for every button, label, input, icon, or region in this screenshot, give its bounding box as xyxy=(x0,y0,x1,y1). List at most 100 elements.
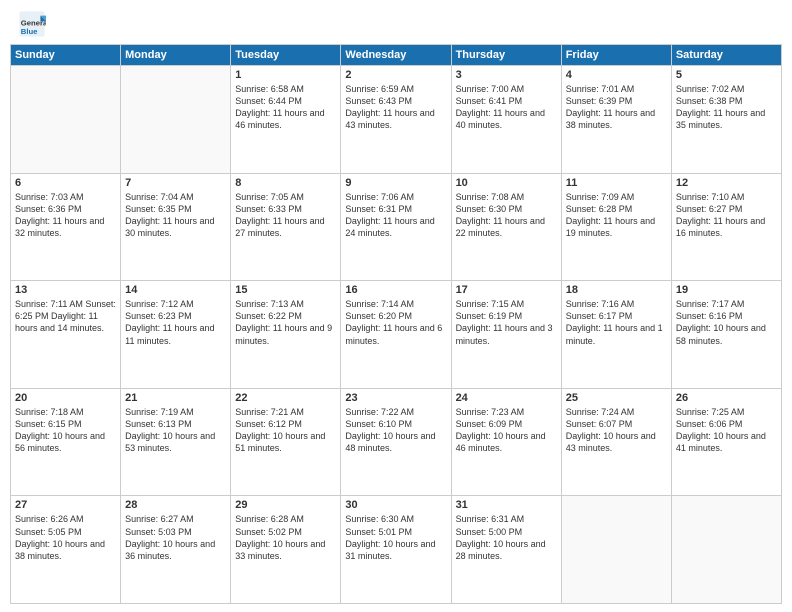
day-header-wednesday: Wednesday xyxy=(341,45,451,66)
day-cell: 7Sunrise: 7:04 AM Sunset: 6:35 PM Daylig… xyxy=(121,173,231,281)
day-number: 23 xyxy=(345,392,446,404)
calendar-table: SundayMondayTuesdayWednesdayThursdayFrid… xyxy=(10,44,782,604)
days-row: SundayMondayTuesdayWednesdayThursdayFrid… xyxy=(11,45,782,66)
day-number: 18 xyxy=(566,284,667,296)
day-header-saturday: Saturday xyxy=(671,45,781,66)
day-cell: 3 Sunrise: 7:00 AM Sunset: 6:41 PM Daylig… xyxy=(451,66,561,174)
week-row-2: 13Sunrise: 7:11 AM Sunset: 6:25 PM Dayli… xyxy=(11,281,782,389)
day-number: 10 xyxy=(456,177,557,189)
day-number: 30 xyxy=(345,499,446,511)
logo-icon: General Blue xyxy=(18,10,46,38)
week-row-4: 27Sunrise: 6:26 AM Sunset: 5:05 PM Dayli… xyxy=(11,496,782,604)
day-info: Sunrise: 7:04 AM Sunset: 6:35 PM Dayligh… xyxy=(125,191,226,240)
day-info: Sunrise: 7:24 AM Sunset: 6:07 PM Dayligh… xyxy=(566,406,667,455)
day-number: 6 xyxy=(15,177,116,189)
day-number: 16 xyxy=(345,284,446,296)
calendar: SundayMondayTuesdayWednesdayThursdayFrid… xyxy=(0,44,792,612)
day-number: 11 xyxy=(566,177,667,189)
day-number: 8 xyxy=(235,177,336,189)
day-number: 12 xyxy=(676,177,777,189)
day-info: Sunrise: 7:08 AM Sunset: 6:30 PM Dayligh… xyxy=(456,191,557,240)
day-cell xyxy=(671,496,781,604)
day-number: 4 xyxy=(566,69,667,81)
day-number: 14 xyxy=(125,284,226,296)
day-number: 21 xyxy=(125,392,226,404)
week-row-0: 1 Sunrise: 6:58 AM Sunset: 6:44 PM Daylig… xyxy=(11,66,782,174)
day-number: 3 xyxy=(456,69,557,81)
day-header-sunday: Sunday xyxy=(11,45,121,66)
day-cell: 12Sunrise: 7:10 AM Sunset: 6:27 PM Dayli… xyxy=(671,173,781,281)
day-cell: 16 Sunrise: 7:14 AM Sunset: 6:20 PM Dayli… xyxy=(341,281,451,389)
day-number: 28 xyxy=(125,499,226,511)
day-info: Sunrise: 6:59 AM Sunset: 6:43 PM Dayligh… xyxy=(345,83,446,132)
week-row-3: 20Sunrise: 7:18 AM Sunset: 6:15 PM Dayli… xyxy=(11,388,782,496)
day-cell: 19 Sunrise: 7:17 AM Sunset: 6:16 PM Dayli… xyxy=(671,281,781,389)
day-cell: 5 Sunrise: 7:02 AM Sunset: 6:38 PM Daylig… xyxy=(671,66,781,174)
day-number: 31 xyxy=(456,499,557,511)
day-info: Sunrise: 7:25 AM Sunset: 6:06 PM Dayligh… xyxy=(676,406,777,455)
day-number: 2 xyxy=(345,69,446,81)
day-number: 20 xyxy=(15,392,116,404)
header: General Blue xyxy=(0,0,792,44)
day-header-thursday: Thursday xyxy=(451,45,561,66)
day-number: 26 xyxy=(676,392,777,404)
day-cell: 23 Sunrise: 7:22 AM Sunset: 6:10 PM Dayli… xyxy=(341,388,451,496)
day-cell: 18 Sunrise: 7:16 AM Sunset: 6:17 PM Dayli… xyxy=(561,281,671,389)
day-info: Sunrise: 7:21 AM Sunset: 6:12 PM Dayligh… xyxy=(235,406,336,455)
day-cell: 2 Sunrise: 6:59 AM Sunset: 6:43 PM Daylig… xyxy=(341,66,451,174)
day-cell: 15Sunrise: 7:13 AM Sunset: 6:22 PM Dayli… xyxy=(231,281,341,389)
day-info: Sunrise: 7:23 AM Sunset: 6:09 PM Dayligh… xyxy=(456,406,557,455)
day-cell xyxy=(121,66,231,174)
day-number: 29 xyxy=(235,499,336,511)
svg-text:Blue: Blue xyxy=(21,27,38,36)
day-info: Sunrise: 7:17 AM Sunset: 6:16 PM Dayligh… xyxy=(676,298,777,347)
logo: General Blue xyxy=(18,10,50,38)
day-info: Sunrise: 6:58 AM Sunset: 6:44 PM Dayligh… xyxy=(235,83,336,132)
day-header-monday: Monday xyxy=(121,45,231,66)
day-cell: 17 Sunrise: 7:15 AM Sunset: 6:19 PM Dayli… xyxy=(451,281,561,389)
day-info: Sunrise: 7:02 AM Sunset: 6:38 PM Dayligh… xyxy=(676,83,777,132)
day-cell: 13Sunrise: 7:11 AM Sunset: 6:25 PM Dayli… xyxy=(11,281,121,389)
day-cell: 24 Sunrise: 7:23 AM Sunset: 6:09 PM Dayli… xyxy=(451,388,561,496)
day-cell: 29Sunrise: 6:28 AM Sunset: 5:02 PM Dayli… xyxy=(231,496,341,604)
day-cell: 6 Sunrise: 7:03 AM Sunset: 6:36 PM Daylig… xyxy=(11,173,121,281)
day-cell xyxy=(561,496,671,604)
day-cell: 10 Sunrise: 7:08 AM Sunset: 6:30 PM Dayli… xyxy=(451,173,561,281)
day-cell: 20Sunrise: 7:18 AM Sunset: 6:15 PM Dayli… xyxy=(11,388,121,496)
day-info: Sunrise: 7:15 AM Sunset: 6:19 PM Dayligh… xyxy=(456,298,557,347)
day-number: 17 xyxy=(456,284,557,296)
week-row-1: 6 Sunrise: 7:03 AM Sunset: 6:36 PM Daylig… xyxy=(11,173,782,281)
day-cell: 22Sunrise: 7:21 AM Sunset: 6:12 PM Dayli… xyxy=(231,388,341,496)
day-number: 13 xyxy=(15,284,116,296)
day-number: 27 xyxy=(15,499,116,511)
day-info: Sunrise: 7:05 AM Sunset: 6:33 PM Dayligh… xyxy=(235,191,336,240)
day-info: Sunrise: 7:14 AM Sunset: 6:20 PM Dayligh… xyxy=(345,298,446,347)
day-info: Sunrise: 6:31 AM Sunset: 5:00 PM Dayligh… xyxy=(456,513,557,562)
day-cell: 26 Sunrise: 7:25 AM Sunset: 6:06 PM Dayli… xyxy=(671,388,781,496)
day-number: 19 xyxy=(676,284,777,296)
calendar-header: SundayMondayTuesdayWednesdayThursdayFrid… xyxy=(11,45,782,66)
calendar-body: 1 Sunrise: 6:58 AM Sunset: 6:44 PM Daylig… xyxy=(11,66,782,604)
day-info: Sunrise: 7:03 AM Sunset: 6:36 PM Dayligh… xyxy=(15,191,116,240)
day-number: 9 xyxy=(345,177,446,189)
day-cell: 11Sunrise: 7:09 AM Sunset: 6:28 PM Dayli… xyxy=(561,173,671,281)
day-cell: 21 Sunrise: 7:19 AM Sunset: 6:13 PM Dayli… xyxy=(121,388,231,496)
day-info: Sunrise: 7:19 AM Sunset: 6:13 PM Dayligh… xyxy=(125,406,226,455)
day-info: Sunrise: 7:22 AM Sunset: 6:10 PM Dayligh… xyxy=(345,406,446,455)
day-info: Sunrise: 7:06 AM Sunset: 6:31 PM Dayligh… xyxy=(345,191,446,240)
day-cell: 31 Sunrise: 6:31 AM Sunset: 5:00 PM Dayli… xyxy=(451,496,561,604)
day-info: Sunrise: 7:12 AM Sunset: 6:23 PM Dayligh… xyxy=(125,298,226,347)
day-info: Sunrise: 7:00 AM Sunset: 6:41 PM Dayligh… xyxy=(456,83,557,132)
day-number: 24 xyxy=(456,392,557,404)
day-info: Sunrise: 7:16 AM Sunset: 6:17 PM Dayligh… xyxy=(566,298,667,347)
day-cell: 8 Sunrise: 7:05 AM Sunset: 6:33 PM Daylig… xyxy=(231,173,341,281)
day-cell: 14 Sunrise: 7:12 AM Sunset: 6:23 PM Dayli… xyxy=(121,281,231,389)
day-number: 15 xyxy=(235,284,336,296)
day-info: Sunrise: 6:27 AM Sunset: 5:03 PM Dayligh… xyxy=(125,513,226,562)
day-number: 5 xyxy=(676,69,777,81)
day-cell: 30 Sunrise: 6:30 AM Sunset: 5:01 PM Dayli… xyxy=(341,496,451,604)
day-number: 1 xyxy=(235,69,336,81)
day-cell: 27Sunrise: 6:26 AM Sunset: 5:05 PM Dayli… xyxy=(11,496,121,604)
day-cell: 28 Sunrise: 6:27 AM Sunset: 5:03 PM Dayli… xyxy=(121,496,231,604)
day-info: Sunrise: 6:30 AM Sunset: 5:01 PM Dayligh… xyxy=(345,513,446,562)
